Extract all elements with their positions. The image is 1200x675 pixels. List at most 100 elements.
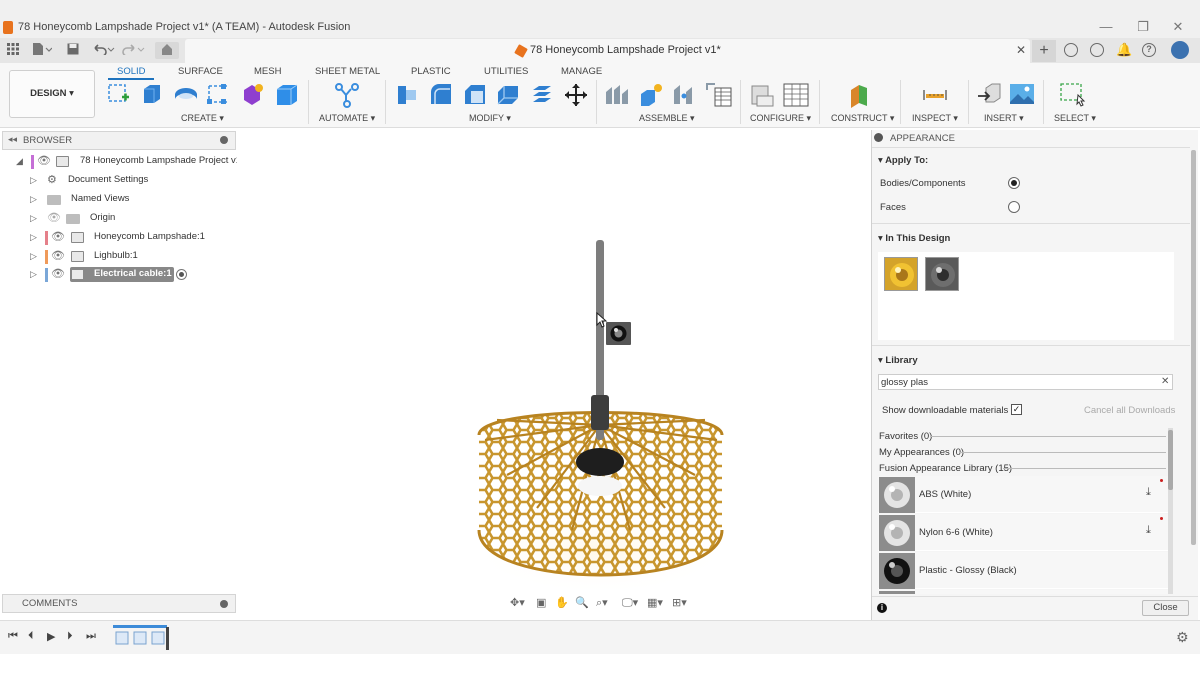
- split-body-icon[interactable]: [529, 82, 553, 106]
- orbit-icon[interactable]: ✥▾: [510, 596, 525, 609]
- construct-menu[interactable]: CONSTRUCT ▾: [831, 113, 894, 124]
- faces-radio[interactable]: [1008, 201, 1020, 213]
- comments-add-icon[interactable]: [220, 600, 228, 608]
- expand-triangle-icon[interactable]: ▷: [30, 251, 37, 262]
- tab-utilities[interactable]: UTILITIES: [484, 66, 528, 77]
- pattern-icon[interactable]: [206, 82, 230, 106]
- swatch-grey-appearance[interactable]: [925, 257, 959, 291]
- go-to-start-icon[interactable]: ⏮: [8, 630, 18, 643]
- file-menu-icon[interactable]: [31, 42, 53, 59]
- apps-grid-icon[interactable]: [5, 42, 21, 59]
- browser-node-root[interactable]: ◢ 👁 78 Honeycomb Lampshade Project v1: [0, 153, 241, 171]
- bill-of-materials-icon[interactable]: [705, 82, 732, 107]
- library-heading[interactable]: ▾ Library: [878, 355, 918, 366]
- search-clear-icon[interactable]: ✕: [1161, 376, 1169, 387]
- expand-triangle-icon[interactable]: ▷: [30, 232, 37, 243]
- browser-collapse-icon[interactable]: ◂◂: [8, 134, 17, 145]
- extensions-icon[interactable]: [1064, 43, 1078, 57]
- home-icon[interactable]: [155, 42, 179, 59]
- move-copy-icon[interactable]: [563, 82, 587, 106]
- box-icon[interactable]: [274, 82, 298, 106]
- joint-icon[interactable]: [638, 82, 662, 106]
- modify-menu[interactable]: MODIFY ▾: [469, 113, 511, 124]
- visibility-eye-icon[interactable]: 👁: [37, 154, 51, 167]
- library-item-plastic-glossy-black[interactable]: Plastic - Glossy (Black): [878, 552, 1168, 593]
- library-item-partial[interactable]: [878, 590, 1168, 594]
- new-component-icon[interactable]: [604, 82, 628, 106]
- download-icon[interactable]: ⤓: [1146, 524, 1151, 537]
- swatch-gold-appearance[interactable]: [884, 257, 918, 291]
- workspace-switcher-button[interactable]: DESIGN ▾: [9, 70, 95, 118]
- download-icon[interactable]: ⤓: [1146, 486, 1151, 499]
- panel-scrollbar[interactable]: [1191, 150, 1196, 545]
- canvas-viewport[interactable]: [237, 130, 870, 618]
- form-icon[interactable]: [240, 82, 264, 106]
- automate-menu[interactable]: AUTOMATE ▾: [319, 113, 375, 124]
- select-window-icon[interactable]: [1059, 82, 1086, 107]
- chamfer-icon[interactable]: [462, 82, 486, 106]
- configure-icon[interactable]: [749, 82, 774, 107]
- fit-icon[interactable]: ⌕▾: [596, 596, 608, 610]
- browser-node-named-views[interactable]: ▷ Named Views: [0, 191, 236, 209]
- close-button[interactable]: Close: [1142, 600, 1189, 616]
- favorites-category[interactable]: Favorites (0): [879, 431, 932, 442]
- extrude-icon[interactable]: [140, 82, 164, 106]
- timeline-settings-gear-icon[interactable]: ⚙: [1176, 629, 1189, 646]
- show-downloadable-checkbox[interactable]: ✓: [1011, 404, 1022, 415]
- pan-hand-icon[interactable]: ✋: [555, 596, 569, 609]
- tab-mesh[interactable]: MESH: [254, 66, 281, 77]
- expand-triangle-icon[interactable]: ▷: [30, 175, 37, 186]
- save-icon[interactable]: [66, 42, 80, 59]
- expand-triangle-icon[interactable]: ▷: [30, 213, 37, 224]
- undo-icon[interactable]: [91, 42, 117, 59]
- visibility-eye-icon[interactable]: 👁: [51, 267, 65, 280]
- library-item-nylon-white[interactable]: Nylon 6-6 (White) ⤓: [878, 514, 1168, 551]
- in-this-design-heading[interactable]: ▾ In This Design: [878, 233, 950, 244]
- cancel-downloads-button[interactable]: Cancel all Downloads: [1084, 405, 1175, 416]
- expand-triangle-icon[interactable]: ▷: [30, 194, 37, 205]
- configuration-table-icon[interactable]: [783, 82, 809, 107]
- maximize-button[interactable]: ❐: [1128, 19, 1158, 35]
- browser-node-lighbulb[interactable]: ▷ 👁 Lighbulb:1: [0, 248, 236, 266]
- bodies-components-radio[interactable]: [1008, 177, 1020, 189]
- tab-manage[interactable]: MANAGE: [561, 66, 602, 77]
- minimize-button[interactable]: —: [1091, 19, 1121, 35]
- look-at-icon[interactable]: ▣: [536, 596, 546, 609]
- tab-sheet-metal[interactable]: SHEET METAL: [315, 66, 380, 77]
- step-forward-icon[interactable]: ⏵: [67, 630, 73, 643]
- tab-solid[interactable]: SOLID: [117, 66, 146, 77]
- inspect-menu[interactable]: INSPECT ▾: [912, 113, 958, 124]
- insert-canvas-icon[interactable]: [1009, 82, 1034, 106]
- configure-menu[interactable]: CONFIGURE ▾: [750, 113, 811, 124]
- as-built-joint-icon[interactable]: [672, 82, 696, 106]
- grid-settings-icon[interactable]: ▦▾: [647, 596, 663, 609]
- panel-collapse-icon[interactable]: [874, 133, 883, 142]
- browser-node-origin[interactable]: ▷ 👁 Origin: [0, 210, 236, 228]
- select-menu[interactable]: SELECT ▾: [1054, 113, 1096, 124]
- fillet-icon[interactable]: [428, 82, 452, 106]
- timeline-track[interactable]: [113, 625, 169, 650]
- viewports-icon[interactable]: ⊞▾: [672, 596, 687, 609]
- visibility-eye-icon[interactable]: 👁: [51, 230, 65, 243]
- browser-pin-icon[interactable]: [220, 136, 228, 144]
- insert-menu[interactable]: INSERT ▾: [984, 113, 1024, 124]
- zoom-icon[interactable]: 🔍: [575, 596, 589, 609]
- offset-plane-icon[interactable]: [847, 82, 871, 108]
- insert-derive-icon[interactable]: [976, 82, 1001, 106]
- measure-icon[interactable]: [922, 82, 947, 106]
- step-back-icon[interactable]: ⏴: [28, 630, 34, 643]
- library-scroll-thumb[interactable]: [1168, 430, 1173, 490]
- press-pull-icon[interactable]: [394, 82, 418, 106]
- go-to-end-icon[interactable]: ⏭: [86, 630, 96, 643]
- assemble-menu[interactable]: ASSEMBLE ▾: [639, 113, 695, 124]
- display-settings-icon[interactable]: 🖵▾: [622, 596, 638, 610]
- collapse-triangle-icon[interactable]: ◢: [16, 156, 23, 167]
- create-menu[interactable]: CREATE ▾: [181, 113, 224, 124]
- redo-icon[interactable]: [121, 42, 147, 59]
- tab-surface[interactable]: SURFACE: [178, 66, 223, 77]
- browser-node-document-settings[interactable]: ▷ ⚙ Document Settings: [0, 172, 236, 190]
- apply-to-heading[interactable]: ▾ Apply To:: [878, 155, 928, 166]
- fusion-library-category[interactable]: Fusion Appearance Library (15): [879, 463, 1012, 474]
- browser-node-electrical-cable[interactable]: ▷ 👁 Electrical cable:1: [0, 266, 236, 284]
- help-icon[interactable]: ?: [1142, 43, 1156, 57]
